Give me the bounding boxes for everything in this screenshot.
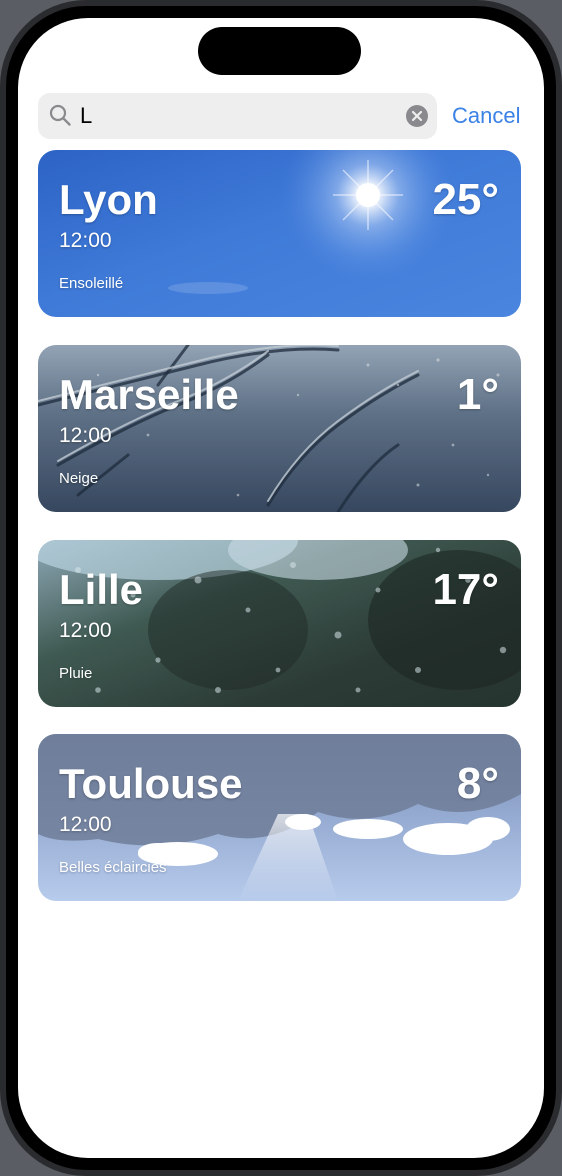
local-time: 12:00 — [59, 229, 112, 252]
temperature: 25° — [432, 175, 499, 224]
phone-frame: L Cancel Lyon 12:00 Ensoleillé 25° Marse… — [0, 0, 562, 1176]
local-time: 12:00 — [59, 619, 112, 642]
screen: L Cancel Lyon 12:00 Ensoleillé 25° Marse… — [18, 18, 544, 1158]
result-card-lille[interactable]: Lille 12:00 Pluie 17° — [38, 540, 521, 707]
temperature: 17° — [432, 565, 499, 614]
search-icon — [49, 104, 71, 126]
local-time: 12:00 — [59, 813, 112, 836]
search-query-text[interactable]: L — [80, 103, 92, 129]
temperature: 1° — [456, 370, 499, 419]
search-field[interactable]: L — [38, 93, 437, 139]
dynamic-island — [198, 27, 361, 75]
result-card-marseille[interactable]: Marseille 12:00 Neige 1° — [38, 345, 521, 512]
weather-condition: Pluie — [59, 665, 93, 682]
local-time: 12:00 — [59, 424, 112, 447]
weather-condition: Belles éclaircies — [59, 859, 167, 876]
city-name: Lille — [59, 566, 144, 613]
weather-condition: Ensoleillé — [59, 275, 124, 292]
city-name: Lyon — [59, 176, 158, 223]
phone-bezel: L Cancel Lyon 12:00 Ensoleillé 25° Marse… — [6, 6, 556, 1170]
result-card-toulouse[interactable]: Toulouse 12:00 Belles éclaircies 8° — [38, 734, 521, 901]
cancel-button[interactable]: Cancel — [452, 101, 520, 131]
result-card-lyon[interactable]: Lyon 12:00 Ensoleillé 25° — [38, 150, 521, 317]
weather-condition: Neige — [59, 470, 99, 487]
temperature: 8° — [456, 759, 499, 808]
city-name: Toulouse — [59, 760, 243, 807]
city-name: Marseille — [59, 371, 239, 418]
clear-search-icon[interactable] — [406, 105, 428, 127]
